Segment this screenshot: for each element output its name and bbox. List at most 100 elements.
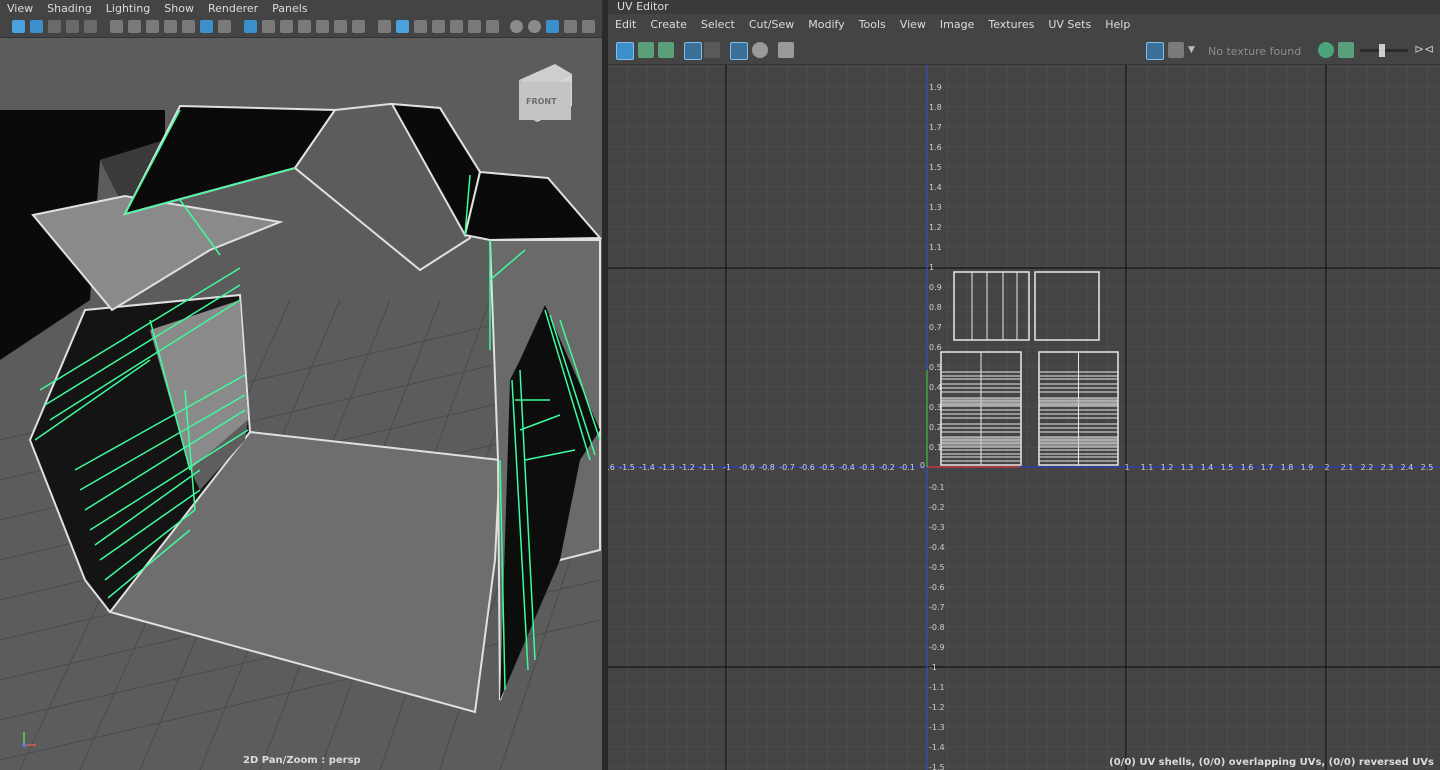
- uv-menu-tools[interactable]: Tools: [852, 18, 893, 31]
- exposure-icon[interactable]: [564, 20, 577, 33]
- uv-axis-label-v: -0.8: [929, 623, 945, 632]
- uv-axis-label-u: 1.6: [1241, 463, 1254, 472]
- viewport-panel[interactable]: View Shading Lighting Show Renderer Pane…: [0, 0, 602, 770]
- snapshot-icon[interactable]: [778, 42, 794, 58]
- uv-axis-label-v: -1.3: [929, 723, 945, 732]
- uv-axis-label-u: -0.4: [839, 463, 855, 472]
- uv-editor-titlebar: UV Editor: [608, 0, 1440, 14]
- uv-axis-label-u: -1.2: [679, 463, 695, 472]
- uv-menu-image[interactable]: Image: [933, 18, 981, 31]
- grease-pencil-icon[interactable]: [110, 20, 123, 33]
- uv-axis-label-u: -1.1: [699, 463, 715, 472]
- uv-axis-label-u: -1.5: [619, 463, 635, 472]
- menu-show[interactable]: Show: [157, 2, 201, 15]
- uv-editor-panel[interactable]: UV Editor Edit Create Select Cut/Sew Mod…: [608, 0, 1440, 770]
- uv-menu-modify[interactable]: Modify: [801, 18, 851, 31]
- uv-axis-label-v: -0.4: [929, 543, 945, 552]
- uv-menu-help[interactable]: Help: [1098, 18, 1137, 31]
- ambient-occlusion-icon[interactable]: [352, 20, 365, 33]
- default-material-icon[interactable]: [280, 20, 293, 33]
- exposure-stepper-icon[interactable]: ⊳⊲: [1414, 42, 1434, 58]
- viewcube-label: FRONT: [526, 97, 557, 106]
- uv-axis-label-u: -0.7: [779, 463, 795, 472]
- uv-menu-view[interactable]: View: [893, 18, 933, 31]
- uv-editor-menubar: Edit Create Select Cut/Sew Modify Tools …: [608, 14, 1440, 34]
- dim-slider-handle[interactable]: [1379, 44, 1385, 57]
- uv-axis-label-u: 1.1: [1141, 463, 1154, 472]
- uv-border-icon[interactable]: [638, 42, 654, 58]
- smooth-shade-icon[interactable]: [262, 20, 275, 33]
- menu-renderer[interactable]: Renderer: [201, 2, 265, 15]
- uv-axis-label-v: 0.4: [929, 383, 942, 392]
- uv-axis-label-v: -1: [929, 663, 937, 672]
- uv-grid-canvas[interactable]: 1.9 1.8 1.7 1.6 1.5 1.4 1.3 1.2 1.1 1 0.9 0.8 0.7 0.6…: [608, 65, 1440, 770]
- textured-icon[interactable]: [298, 20, 311, 33]
- uv-axis-label-u: -0.3: [859, 463, 875, 472]
- uv-axis-label-u: 2: [1324, 463, 1329, 472]
- xray-joints-icon[interactable]: [414, 20, 427, 33]
- dim-image-icon[interactable]: [1318, 42, 1334, 58]
- uv-menu-select[interactable]: Select: [694, 18, 742, 31]
- shaded-uv-icon[interactable]: [684, 42, 702, 60]
- xray-icon[interactable]: [396, 20, 409, 33]
- hud-icon[interactable]: [546, 20, 559, 33]
- resolution-gate-icon[interactable]: [146, 20, 159, 33]
- shadows-icon[interactable]: [334, 20, 347, 33]
- select-camera-icon[interactable]: [12, 20, 25, 33]
- camera-attributes-icon[interactable]: [30, 20, 43, 33]
- 2d-pan-zoom-icon[interactable]: [84, 20, 97, 33]
- uv-menu-cut-sew[interactable]: Cut/Sew: [742, 18, 801, 31]
- gamma-icon[interactable]: [582, 20, 595, 33]
- image-dropdown-chevron-icon[interactable]: ▼: [1188, 45, 1195, 55]
- texture-status: No texture found: [1208, 45, 1302, 58]
- uv-axis-label-v: 0.8: [929, 303, 942, 312]
- motion-blur-icon[interactable]: [486, 20, 499, 33]
- safe-title-icon[interactable]: [218, 20, 231, 33]
- field-chart-icon[interactable]: [182, 20, 195, 33]
- image-ratio-icon[interactable]: [1338, 42, 1354, 58]
- uv-axis-label-v: 0.1: [929, 443, 942, 452]
- wireframe-icon[interactable]: [244, 20, 257, 33]
- uv-axis-origin-label: 0: [920, 461, 925, 470]
- uv-axis-label-u: 1.2: [1161, 463, 1174, 472]
- wireframe-on-shaded-icon[interactable]: [450, 20, 463, 33]
- isolate-select-icon[interactable]: [378, 20, 391, 33]
- menu-panels[interactable]: Panels: [265, 2, 314, 15]
- image-plane-icon[interactable]: [66, 20, 79, 33]
- texture-borders-icon[interactable]: [704, 42, 720, 58]
- uv-axis-label-u: 1: [1124, 463, 1129, 472]
- film-gate-icon[interactable]: [128, 20, 141, 33]
- xray-components-icon[interactable]: [432, 20, 445, 33]
- depth-of-field-icon[interactable]: [528, 20, 541, 33]
- uv-menu-uv-sets[interactable]: UV Sets: [1041, 18, 1098, 31]
- lights-icon[interactable]: [316, 20, 329, 33]
- uv-axis-label-u: 2.2: [1361, 463, 1374, 472]
- use-default-light-icon[interactable]: [468, 20, 481, 33]
- uv-distortion-icon[interactable]: [658, 42, 674, 58]
- menu-lighting[interactable]: Lighting: [99, 2, 157, 15]
- uv-shell-select-icon[interactable]: [616, 42, 634, 60]
- uv-menu-edit[interactable]: Edit: [608, 18, 643, 31]
- uv-axis-label-v: 1.1: [929, 243, 942, 252]
- menu-view[interactable]: View: [0, 2, 40, 15]
- checker-map-icon[interactable]: [1168, 42, 1184, 58]
- viewport-toolbar: [0, 17, 602, 38]
- gate-mask-icon[interactable]: [164, 20, 177, 33]
- bookmark-icon[interactable]: [48, 20, 61, 33]
- snap-icon[interactable]: [752, 42, 768, 58]
- uv-axis-label-v: -0.9: [929, 643, 945, 652]
- grid-toggle-icon[interactable]: [730, 42, 748, 60]
- uv-axis-label-v: -0.5: [929, 563, 945, 572]
- menu-shading[interactable]: Shading: [40, 2, 99, 15]
- display-image-icon[interactable]: [1146, 42, 1164, 60]
- multisample-icon[interactable]: [510, 20, 523, 33]
- uv-axis-label-u: 1.4: [1201, 463, 1214, 472]
- viewport-scene[interactable]: FRONT: [0, 38, 602, 770]
- uv-axis-label-u: 2.5: [1421, 463, 1434, 472]
- uv-axis-label-v: 1.4: [929, 183, 942, 192]
- safe-action-icon[interactable]: [200, 20, 213, 33]
- uv-axis-label-v: -1.5: [929, 763, 945, 770]
- uv-menu-create[interactable]: Create: [643, 18, 694, 31]
- uv-axis-label-v: 1.3: [929, 203, 942, 212]
- uv-menu-textures[interactable]: Textures: [981, 18, 1041, 31]
